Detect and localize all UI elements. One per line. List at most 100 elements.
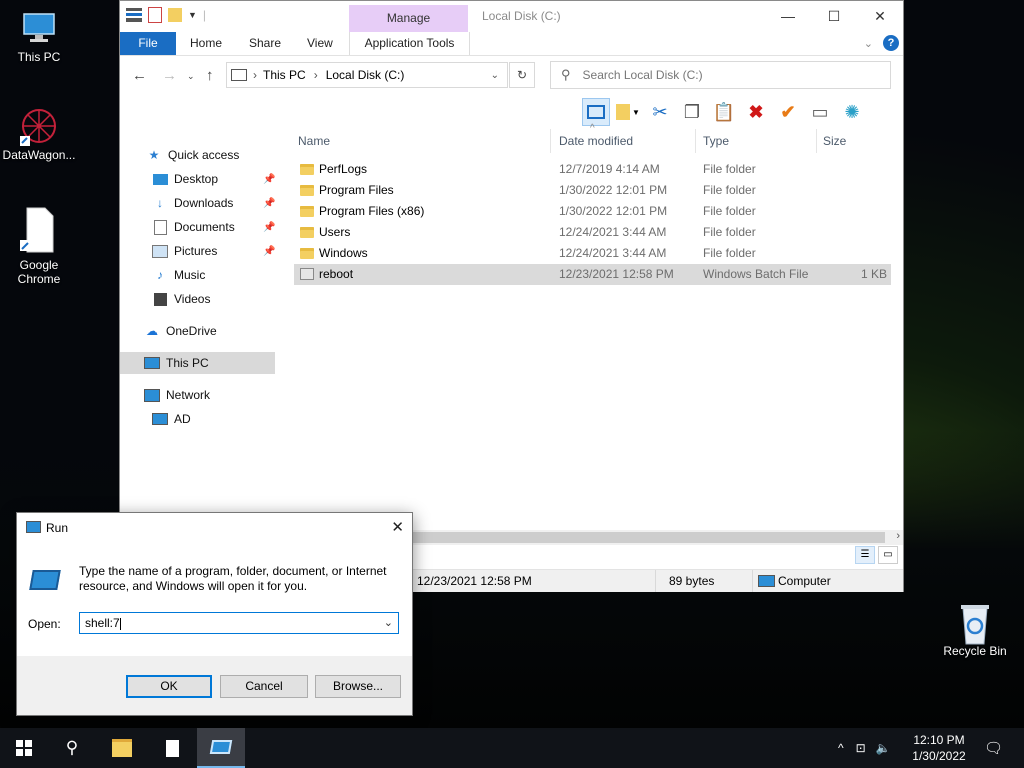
- properties-icon[interactable]: [148, 7, 162, 23]
- run-title-bar[interactable]: Run ✕: [17, 513, 412, 543]
- file-row[interactable]: Users 12/24/2021 3:44 AM File folder: [294, 222, 891, 243]
- run-dialog[interactable]: Run ✕ Type the name of a program, folder…: [16, 512, 413, 716]
- column-name[interactable]: Name: [298, 134, 330, 148]
- properties-dropdown-icon[interactable]: ▼: [614, 98, 642, 126]
- close-icon[interactable]: ✕: [391, 518, 404, 536]
- delete-icon[interactable]: ✖: [742, 98, 770, 126]
- action-center-button[interactable]: 🗨: [984, 728, 1003, 768]
- breadcrumb-local-disk[interactable]: Local Disk (C:): [326, 68, 405, 82]
- cut-icon[interactable]: ✂: [646, 98, 674, 126]
- help-icon[interactable]: ?: [883, 35, 899, 51]
- tab-share[interactable]: Share: [249, 32, 281, 55]
- open-input[interactable]: shell:7 ⌄: [79, 612, 399, 634]
- taskbar-clock[interactable]: 12:10 PM 1/30/2022: [900, 732, 978, 764]
- open-dropdown-icon[interactable]: ⌄: [384, 613, 393, 633]
- ok-button[interactable]: OK: [126, 675, 212, 698]
- nav-quick-access[interactable]: ★ Quick access: [120, 144, 290, 166]
- up-arrow-icon[interactable]: ↑: [206, 67, 214, 84]
- cancel-button[interactable]: Cancel: [220, 675, 308, 698]
- desktop-icon-this-pc[interactable]: This PC: [2, 8, 76, 64]
- browse-button[interactable]: Browse...: [315, 675, 401, 698]
- show-hidden-icons-icon[interactable]: ^: [838, 741, 844, 755]
- tab-home[interactable]: Home: [190, 32, 222, 55]
- minimize-button[interactable]: —: [765, 1, 811, 31]
- rename-icon[interactable]: ▭: [806, 98, 834, 126]
- copy-icon[interactable]: ❐: [678, 98, 706, 126]
- close-button[interactable]: ✕: [857, 1, 903, 31]
- nav-desktop[interactable]: Desktop 📌: [120, 168, 290, 190]
- address-dropdown-icon[interactable]: ⌄: [491, 70, 499, 81]
- taskbar-run[interactable]: [197, 728, 245, 768]
- file-date: 1/30/2022 12:01 PM: [559, 183, 668, 197]
- network-icon[interactable]: ⊡: [856, 741, 866, 755]
- tab-file[interactable]: File: [120, 32, 176, 55]
- expand-ribbon-icon[interactable]: ⌄: [864, 37, 873, 50]
- manage-context-tab[interactable]: Manage: [349, 5, 468, 33]
- forward-arrow-icon[interactable]: →: [162, 67, 177, 84]
- nav-documents[interactable]: Documents 📌: [120, 216, 290, 238]
- tab-application-tools[interactable]: Application Tools: [349, 32, 470, 55]
- new-folder-icon[interactable]: [168, 8, 182, 22]
- pin-icon[interactable]: 📌: [263, 222, 275, 233]
- pin-icon[interactable]: 📌: [263, 198, 275, 209]
- desktop-icon-recycle-bin[interactable]: Recycle Bin: [938, 602, 1012, 658]
- file-row[interactable]: Program Files (x86) 1/30/2022 12:01 PM F…: [294, 201, 891, 222]
- nav-ad[interactable]: AD: [120, 408, 290, 430]
- large-icons-view-icon[interactable]: ▭: [878, 546, 898, 564]
- taskbar-notepad[interactable]: [148, 728, 196, 768]
- nav-label: AD: [174, 412, 191, 426]
- nav-label: OneDrive: [166, 324, 217, 338]
- scroll-right-icon[interactable]: ›: [896, 530, 900, 542]
- nav-label: This PC: [166, 356, 209, 370]
- pin-icon[interactable]: 📌: [263, 174, 275, 185]
- document-icon: [152, 219, 168, 235]
- desktop-icon-datawagon[interactable]: DataWagon...: [2, 106, 76, 162]
- shell-icon[interactable]: ✺: [838, 98, 866, 126]
- breadcrumb-chevron-icon[interactable]: ›: [314, 68, 318, 82]
- nav-downloads[interactable]: ↓ Downloads 📌: [120, 192, 290, 214]
- title-bar[interactable]: ▼ | Manage Local Disk (C:) — ☐ ✕: [120, 1, 903, 33]
- taskbar-file-explorer[interactable]: [98, 728, 146, 768]
- refresh-button[interactable]: ↻: [509, 62, 535, 88]
- file-date: 12/7/2019 4:14 AM: [559, 162, 660, 176]
- recent-locations-icon[interactable]: ⌄: [187, 71, 195, 82]
- search-box[interactable]: ⚲ Search Local Disk (C:): [550, 61, 891, 89]
- paste-icon[interactable]: 📋: [710, 98, 738, 126]
- file-row[interactable]: Windows 12/24/2021 3:44 AM File folder: [294, 243, 891, 264]
- nav-pictures[interactable]: Pictures 📌: [120, 240, 290, 262]
- back-arrow-icon[interactable]: ←: [132, 67, 147, 84]
- open-label: Open:: [28, 617, 61, 631]
- details-view-icon[interactable]: ☰: [855, 546, 875, 564]
- address-chevron-icon[interactable]: ›: [253, 68, 257, 82]
- qat-dropdown-icon[interactable]: ▼: [188, 10, 197, 20]
- address-bar[interactable]: › This PC › Local Disk (C:) ⌄: [226, 62, 508, 88]
- maximize-button[interactable]: ☐: [811, 1, 857, 31]
- file-name: Users: [319, 225, 351, 239]
- tab-view[interactable]: View: [307, 32, 333, 55]
- file-row[interactable]: PerfLogs 12/7/2019 4:14 AM File folder: [294, 159, 891, 180]
- start-button[interactable]: [0, 728, 48, 768]
- window-title: Local Disk (C:): [482, 9, 561, 23]
- checkmark-icon[interactable]: ✔: [774, 98, 802, 126]
- column-date-modified[interactable]: Date modified: [559, 134, 633, 148]
- pin-icon[interactable]: 📌: [263, 246, 275, 257]
- nav-videos[interactable]: Videos: [120, 288, 290, 310]
- nav-onedrive[interactable]: ☁ OneDrive: [120, 320, 290, 342]
- desktop-icon-google-chrome[interactable]: Google Chrome: [2, 206, 76, 286]
- scrollbar-thumb[interactable]: [405, 532, 885, 543]
- file-type: File folder: [703, 204, 756, 218]
- nav-network[interactable]: Network: [120, 384, 290, 406]
- layout-pane-icon[interactable]: [582, 98, 610, 126]
- file-type: File folder: [703, 183, 756, 197]
- column-type[interactable]: Type: [703, 134, 729, 148]
- column-size[interactable]: Size: [823, 134, 846, 148]
- search-button[interactable]: ⚲: [48, 728, 96, 768]
- nav-music[interactable]: ♪ Music: [120, 264, 290, 286]
- file-explorer-window[interactable]: ▼ | Manage Local Disk (C:) — ☐ ✕ File Ho…: [119, 0, 904, 592]
- breadcrumb-this-pc[interactable]: This PC: [263, 68, 306, 82]
- file-row[interactable]: Program Files 1/30/2022 12:01 PM File fo…: [294, 180, 891, 201]
- file-row-selected[interactable]: reboot 12/23/2021 12:58 PM Windows Batch…: [294, 264, 891, 285]
- volume-muted-icon[interactable]: 🔈: [876, 741, 891, 755]
- nav-this-pc[interactable]: This PC: [120, 352, 275, 374]
- download-arrow-icon: ↓: [157, 196, 163, 210]
